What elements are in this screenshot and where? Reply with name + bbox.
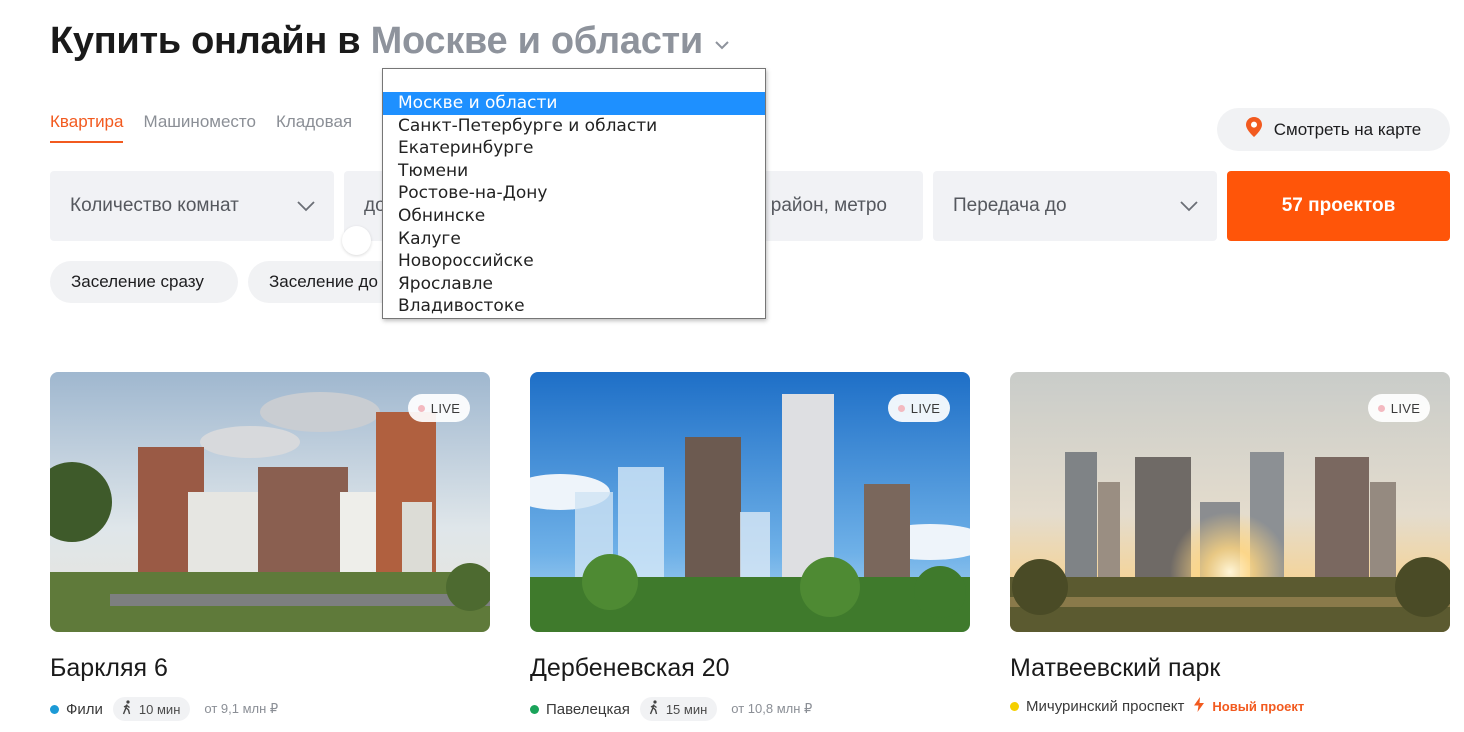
chevron-down-icon[interactable] — [713, 18, 731, 61]
location-input-placeholder: район, метро — [770, 195, 887, 216]
metro-line-icon — [50, 704, 59, 714]
city-option[interactable]: Обнинске — [383, 205, 765, 228]
price-from: от 10,8 млн ₽ — [731, 701, 813, 716]
walk-time: 15 мин — [665, 701, 708, 717]
city-option[interactable]: Владивостоке — [383, 295, 765, 318]
city-option[interactable]: Калуге — [383, 228, 765, 251]
view-on-map-button[interactable]: Смотреть на карте — [1217, 108, 1450, 151]
project-photo[interactable]: LIVE — [1010, 372, 1450, 632]
live-badge: LIVE — [888, 394, 950, 422]
handover-select[interactable]: Передача до — [933, 171, 1217, 241]
tab-parking[interactable]: Машиноместо — [143, 112, 255, 143]
city-option[interactable]: Тюмени — [383, 160, 765, 183]
live-badge: LIVE — [408, 394, 470, 422]
project-meta: Павелецкая 15 мин от 10,8 млн ₽ — [530, 697, 970, 721]
live-badge-label: LIVE — [910, 400, 941, 416]
page-title: Купить онлайн в Москве и области — [50, 20, 731, 63]
city-selector[interactable]: Москве и области — [371, 20, 704, 62]
walk-time-badge: 10 мин — [112, 697, 191, 721]
city-option[interactable]: Екатеринбурге — [383, 137, 765, 160]
tab-storage[interactable]: Кладовая — [276, 112, 352, 143]
project-card[interactable]: LIVE Баркляя 6 Фили 10 мин от 9,1 млн ₽ — [50, 372, 490, 721]
live-dot-icon — [1377, 404, 1385, 412]
city-option[interactable]: Санкт-Петербурге и области — [383, 115, 765, 138]
project-photo[interactable]: LIVE — [50, 372, 490, 632]
project-name[interactable]: Дербеневская 20 — [530, 654, 970, 683]
chip-move-in-now[interactable]: Заселение сразу — [50, 261, 238, 303]
live-badge: LIVE — [1368, 394, 1430, 422]
price-from: от 9,1 млн ₽ — [204, 701, 279, 716]
city-option[interactable]: Новороссийске — [383, 250, 765, 273]
price-slider-handle[interactable] — [342, 226, 371, 255]
chevron-down-icon — [296, 196, 316, 218]
city-option[interactable]: Ростове-на-Дону — [383, 182, 765, 205]
rooms-select-label: Количество комнат — [70, 195, 239, 216]
new-project-tag: Новый проект — [1194, 697, 1304, 715]
tab-apartment[interactable]: Квартира — [50, 112, 124, 143]
project-card[interactable]: LIVE Матвеевский парк Мичуринский проспе… — [1010, 372, 1450, 715]
live-dot-icon — [417, 404, 425, 412]
walking-person-icon — [121, 700, 133, 718]
walking-person-icon — [648, 700, 660, 718]
project-photo[interactable]: LIVE — [530, 372, 970, 632]
project-name[interactable]: Баркляя 6 — [50, 654, 490, 683]
metro-line-icon — [1010, 701, 1019, 711]
walk-time-badge: 15 мин — [639, 697, 718, 721]
live-badge-label: LIVE — [1390, 400, 1421, 416]
handover-select-label: Передача до — [953, 195, 1067, 216]
new-project-label: Новый проект — [1212, 698, 1305, 714]
show-projects-button[interactable]: 57 проектов — [1227, 171, 1450, 241]
project-meta: Мичуринский проспект Новый проект — [1010, 697, 1450, 715]
metro-station: Фили — [66, 700, 103, 718]
title-prefix: Купить онлайн в — [50, 20, 361, 62]
walk-time: 10 мин — [138, 701, 181, 717]
live-badge-label: LIVE — [430, 400, 461, 416]
city-option[interactable]: Москве и области — [383, 92, 765, 115]
map-pin-icon — [1245, 117, 1262, 142]
property-type-tabs: Квартира Машиноместо Кладовая — [50, 112, 352, 143]
live-dot-icon — [897, 404, 905, 412]
metro-station: Павелецкая — [546, 700, 630, 718]
project-card[interactable]: LIVE Дербеневская 20 Павелецкая 15 мин о… — [530, 372, 970, 721]
project-name[interactable]: Матвеевский парк — [1010, 654, 1450, 683]
metro-station: Мичуринский проспект — [1026, 697, 1185, 715]
metro-line-icon — [530, 704, 539, 714]
lightning-icon — [1194, 697, 1205, 715]
chevron-down-icon — [1179, 196, 1199, 218]
city-option[interactable]: Ярославле — [383, 273, 765, 296]
rooms-select[interactable]: Количество комнат — [50, 171, 334, 241]
project-meta: Фили 10 мин от 9,1 млн ₽ — [50, 697, 490, 721]
city-dropdown-list[interactable]: Москве и области Санкт-Петербурге и обла… — [382, 68, 766, 319]
view-on-map-label: Смотреть на карте — [1273, 119, 1422, 139]
